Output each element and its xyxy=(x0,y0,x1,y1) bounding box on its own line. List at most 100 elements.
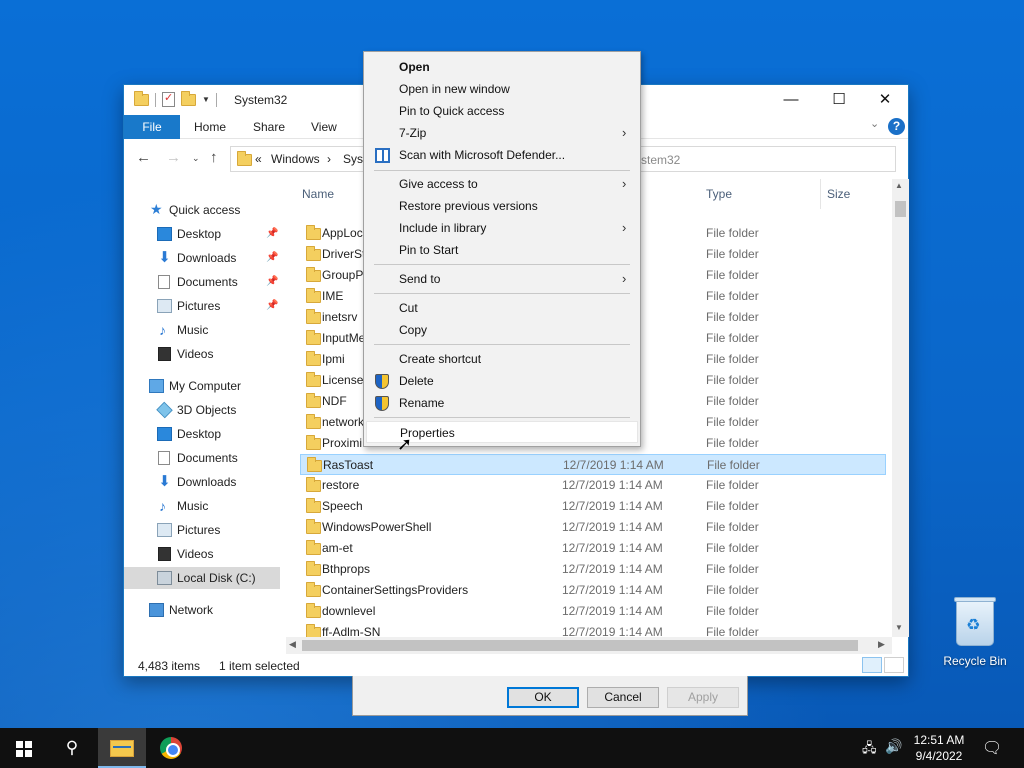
menu-open-new-window[interactable]: Open in new window xyxy=(366,78,638,100)
network-icon xyxy=(149,603,164,617)
menu-restore-previous[interactable]: Restore previous versions xyxy=(366,195,638,217)
nav-pc-music[interactable]: ♪ Music xyxy=(124,495,280,517)
menu-include-library[interactable]: Include in library › xyxy=(366,217,638,239)
menu-label: Open xyxy=(399,60,430,74)
scroll-thumb[interactable] xyxy=(895,201,906,217)
menu-cut[interactable]: Cut xyxy=(366,297,638,319)
pin-icon[interactable]: 📌 xyxy=(266,247,278,269)
scroll-left-icon[interactable]: ◀ xyxy=(289,639,296,650)
nav-qa-music[interactable]: ♪ Music xyxy=(124,319,280,341)
menu-label: Restore previous versions xyxy=(399,199,538,213)
nav-pc-3d-objects[interactable]: 3D Objects xyxy=(124,399,280,421)
scroll-up-icon[interactable]: ▲ xyxy=(895,181,903,190)
pin-icon[interactable]: 📌 xyxy=(266,271,278,293)
pin-icon[interactable]: 📌 xyxy=(266,223,278,245)
tab-view[interactable]: View xyxy=(311,115,337,139)
horizontal-scrollbar[interactable]: ◀ ▶ xyxy=(286,637,892,654)
nav-qa-downloads[interactable]: ⬇ Downloads 📌 xyxy=(124,247,280,269)
maximize-button[interactable]: ☐ xyxy=(816,85,862,115)
menu-pin-start[interactable]: Pin to Start xyxy=(366,239,638,261)
menu-create-shortcut[interactable]: Create shortcut xyxy=(366,348,638,370)
table-row[interactable]: am-et 12/7/2019 1:14 AM File folder xyxy=(300,538,886,559)
nav-pc-videos[interactable]: Videos xyxy=(124,543,280,565)
table-row[interactable]: Speech 12/7/2019 1:14 AM File folder xyxy=(300,496,886,517)
search-icon[interactable]: ⚲ xyxy=(48,728,96,768)
folder-icon[interactable] xyxy=(134,90,149,106)
table-row[interactable]: WindowsPowerShell 12/7/2019 1:14 AM File f… xyxy=(300,517,886,538)
forward-icon[interactable]: → xyxy=(166,149,181,166)
tab-home[interactable]: Home xyxy=(194,115,226,139)
nav-pc-documents[interactable]: Documents xyxy=(124,447,280,469)
taskbar-chrome[interactable] xyxy=(148,728,196,768)
clock[interactable]: 12:51 AM 9/4/2022 xyxy=(900,732,978,764)
nav-pc-pictures[interactable]: Pictures xyxy=(124,519,280,541)
nav-quick-access[interactable]: ★ Quick access xyxy=(124,199,280,221)
new-folder-icon[interactable] xyxy=(181,90,196,106)
table-row[interactable]: ContainerSettingsProviders 12/7/2019 1:14… xyxy=(300,580,886,601)
breadcrumb-windows[interactable]: Windows xyxy=(271,152,320,166)
file-date: 12/7/2019 1:14 AM xyxy=(562,499,663,513)
nav-my-computer[interactable]: My Computer xyxy=(124,375,280,397)
column-header-type[interactable]: Type xyxy=(706,187,732,201)
nav-qa-pictures[interactable]: Pictures 📌 xyxy=(124,295,280,317)
properties-icon[interactable] xyxy=(162,91,175,107)
menu-pin-quick-access[interactable]: Pin to Quick access xyxy=(366,100,638,122)
overflow-chevron[interactable]: « xyxy=(255,152,262,166)
scroll-right-icon[interactable]: ▶ xyxy=(878,639,885,650)
cancel-button[interactable]: Cancel xyxy=(587,687,659,708)
pin-icon[interactable]: 📌 xyxy=(266,295,278,317)
notifications-icon[interactable]: 🗨 xyxy=(982,738,1002,758)
menu-label: Rename xyxy=(399,396,445,410)
file-name: NDF xyxy=(322,394,347,408)
vertical-scrollbar[interactable]: ▲ ▼ xyxy=(892,179,909,637)
menu-copy[interactable]: Copy xyxy=(366,319,638,341)
back-icon[interactable]: ← xyxy=(136,149,151,166)
ok-button[interactable]: OK xyxy=(507,687,579,708)
menu-7zip[interactable]: 7-Zip › xyxy=(366,122,638,144)
taskbar-file-explorer[interactable] xyxy=(98,728,146,768)
menu-scan-defender[interactable]: Scan with Microsoft Defender... xyxy=(366,144,638,166)
recent-locations-icon[interactable]: ⌄ xyxy=(192,153,200,164)
file-name: am-et xyxy=(322,541,353,555)
tab-file[interactable]: File xyxy=(124,115,180,139)
network-status-icon[interactable]: 🖧 xyxy=(862,739,877,761)
nav-pc-downloads[interactable]: ⬇ Downloads xyxy=(124,471,280,493)
column-header-size[interactable]: Size xyxy=(827,187,850,201)
search-box[interactable]: ystem32 xyxy=(624,146,896,172)
menu-open[interactable]: Open xyxy=(366,56,638,78)
table-row[interactable]: Bthprops 12/7/2019 1:14 AM File folder xyxy=(300,559,886,580)
menu-delete[interactable]: Delete xyxy=(366,370,638,392)
nav-qa-videos[interactable]: Videos xyxy=(124,343,280,365)
large-icons-view-icon[interactable] xyxy=(884,657,904,673)
customize-toolbar-icon[interactable]: ▼ xyxy=(202,95,210,104)
scroll-thumb[interactable] xyxy=(302,640,858,651)
details-view-icon[interactable] xyxy=(862,657,882,673)
nav-qa-desktop[interactable]: Desktop 📌 xyxy=(124,223,280,245)
minimize-button[interactable]: — xyxy=(768,85,814,115)
apply-button[interactable]: Apply xyxy=(667,687,739,708)
menu-give-access[interactable]: Give access to › xyxy=(366,173,638,195)
help-icon[interactable]: ? xyxy=(888,118,905,135)
column-divider[interactable] xyxy=(820,179,821,209)
menu-send-to[interactable]: Send to › xyxy=(366,268,638,290)
tab-share[interactable]: Share xyxy=(253,115,285,139)
table-row[interactable]: RasToast 12/7/2019 1:14 AM File folder xyxy=(300,454,886,475)
nav-pc-local-disk[interactable]: Local Disk (C:) xyxy=(124,567,280,589)
menu-label: Create shortcut xyxy=(399,352,482,366)
table-row[interactable]: restore 12/7/2019 1:14 AM File folder xyxy=(300,475,886,496)
file-date: 12/7/2019 1:14 AM xyxy=(562,604,663,618)
table-row[interactable]: downlevel 12/7/2019 1:14 AM File folder xyxy=(300,601,886,622)
expand-ribbon-icon[interactable]: ⌄ xyxy=(870,117,879,130)
nav-label: Network xyxy=(169,603,214,617)
recycle-bin-shortcut[interactable]: ♻ Recycle Bin xyxy=(938,597,1012,668)
up-icon[interactable]: ↑ xyxy=(210,149,218,166)
start-button[interactable] xyxy=(0,728,48,768)
scroll-down-icon[interactable]: ▼ xyxy=(895,623,903,632)
column-header-name[interactable]: Name xyxy=(302,187,334,201)
nav-pc-desktop[interactable]: Desktop xyxy=(124,423,280,445)
breadcrumb-separator[interactable]: › xyxy=(327,152,331,166)
nav-qa-documents[interactable]: Documents 📌 xyxy=(124,271,280,293)
nav-network[interactable]: Network xyxy=(124,599,280,621)
menu-rename[interactable]: Rename xyxy=(366,392,638,414)
close-button[interactable]: ✕ xyxy=(862,85,908,115)
